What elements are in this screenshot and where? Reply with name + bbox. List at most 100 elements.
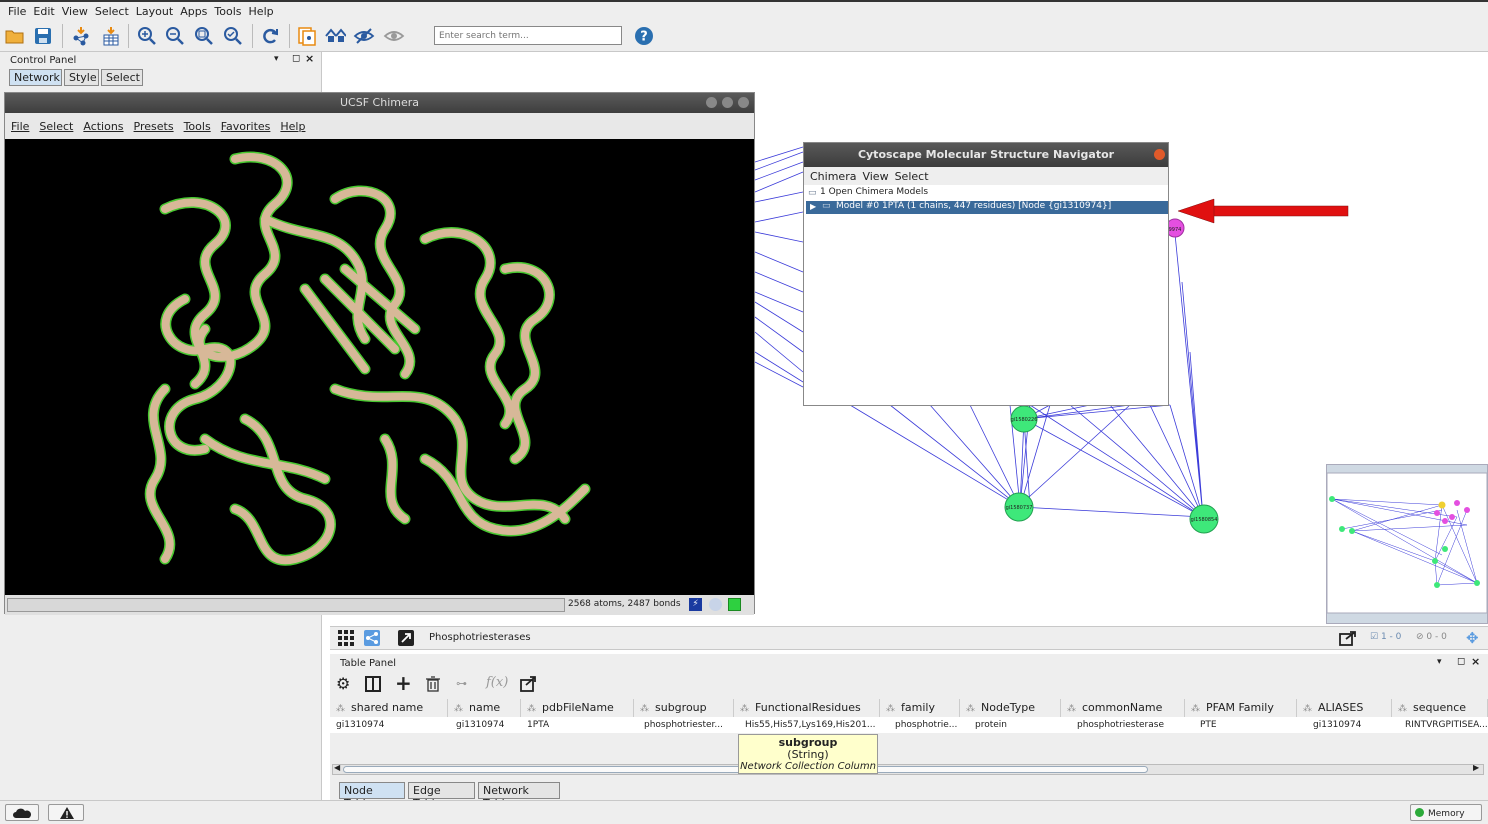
open-folder-icon[interactable] (4, 25, 26, 47)
table-cell[interactable]: phosphotriesterase (1077, 720, 1164, 730)
memory-button[interactable]: Memory (1410, 804, 1482, 821)
close-panel-icon[interactable]: × (1471, 655, 1480, 668)
panel-menu-icon[interactable]: ▾ (274, 54, 279, 64)
new-network-from-selection-icon[interactable] (296, 25, 318, 47)
menu-layout[interactable]: Layout (136, 5, 173, 18)
cloud-button[interactable] (5, 804, 39, 821)
zoom-fit-icon[interactable] (193, 25, 215, 47)
export-icon[interactable] (1338, 629, 1358, 647)
close-panel-icon[interactable]: × (305, 52, 314, 65)
menu-select[interactable]: Select (95, 5, 129, 18)
menu-file[interactable]: File (8, 5, 26, 18)
save-icon[interactable] (32, 25, 54, 47)
column-header-functionalresidues[interactable]: ⁂ FunctionalResidues (734, 699, 880, 717)
column-header-pfam-family[interactable]: ⁂ PFAM Family (1185, 699, 1297, 717)
column-header-name[interactable]: ⁂ name (448, 699, 521, 717)
link-icon[interactable]: ⊶ (456, 677, 467, 690)
column-header-family[interactable]: ⁂ family (880, 699, 960, 717)
expand-arrow-icon[interactable]: ▶ (810, 202, 816, 211)
scroll-left-icon[interactable]: ◀ (334, 763, 340, 772)
share-network-icon[interactable] (364, 630, 380, 646)
tab-network-table[interactable]: Network Table (478, 782, 560, 810)
menu-view[interactable]: View (62, 5, 88, 18)
menu-tools[interactable]: Tools (214, 5, 241, 18)
search-input[interactable] (434, 26, 622, 45)
show-all-icon[interactable] (383, 25, 405, 47)
panel-menu-icon[interactable]: ▾ (1437, 657, 1442, 667)
horizontal-scrollbar[interactable]: ◀ ▶ (332, 763, 1484, 775)
home-network-icon[interactable] (324, 25, 346, 47)
table-cell[interactable]: phosphotriester... (644, 720, 723, 730)
chimera-title-bar[interactable]: UCSF Chimera (5, 93, 754, 113)
tree-root[interactable]: ▭ 1 Open Chimera Models (806, 187, 1168, 201)
chimera-menu-help[interactable]: Help (280, 120, 305, 133)
table-cell[interactable]: PTE (1200, 720, 1217, 730)
tab-node-table[interactable]: Node Table (339, 782, 405, 810)
table-cell[interactable]: protein (975, 720, 1007, 730)
zoom-out-icon[interactable] (164, 25, 186, 47)
chimera-menu-actions[interactable]: Actions (83, 120, 123, 133)
navigator-menu-view[interactable]: View (862, 170, 888, 183)
column-header-shared-name[interactable]: ⁂ shared name (330, 699, 448, 717)
menu-edit[interactable]: Edit (33, 5, 54, 18)
expand-icon[interactable] (398, 630, 414, 646)
navigator-title-bar[interactable]: Cytoscape Molecular Structure Navigator (804, 143, 1168, 167)
column-header-sequence[interactable]: ⁂ sequence (1392, 699, 1488, 717)
zoom-in-icon[interactable] (136, 25, 158, 47)
close-icon[interactable] (738, 97, 749, 108)
minimize-icon[interactable] (706, 97, 717, 108)
chimera-menu-presets[interactable]: Presets (134, 120, 174, 133)
help-icon[interactable]: ? (633, 25, 655, 47)
command-line[interactable] (7, 598, 565, 612)
float-panel-icon[interactable]: ◻ (292, 53, 300, 64)
refresh-icon[interactable] (259, 25, 281, 47)
chimera-menu-favorites[interactable]: Favorites (221, 120, 271, 133)
table-cell[interactable]: gi1310974 (1313, 720, 1361, 730)
close-icon[interactable] (1154, 149, 1165, 160)
lightning-icon[interactable]: ⚡ (689, 598, 702, 611)
menu-help[interactable]: Help (249, 5, 274, 18)
tree-item-model[interactable]: ▶ ▭ Model #0 1PTA (1 chains, 447 residue… (806, 201, 1168, 214)
maximize-icon[interactable] (722, 97, 733, 108)
table-cell[interactable]: phosphotrie... (895, 720, 957, 730)
column-header-nodetype[interactable]: ⁂ NodeType (960, 699, 1061, 717)
molecule-viewer[interactable] (5, 139, 754, 595)
table-cell[interactable]: 1PTA (527, 720, 549, 730)
columns-icon[interactable] (365, 676, 381, 692)
info-icon[interactable] (709, 598, 722, 611)
chimera-menu-tools[interactable]: Tools (184, 120, 211, 133)
tab-select[interactable]: Select (101, 69, 143, 86)
zoom-selected-icon[interactable] (222, 25, 244, 47)
status-indicator-icon[interactable] (728, 598, 741, 611)
chimera-menu-file[interactable]: File (11, 120, 29, 133)
import-network-icon[interactable] (70, 25, 92, 47)
column-header-aliases[interactable]: ⁂ ALIASES (1297, 699, 1392, 717)
column-header-subgroup[interactable]: ⁂ subgroup (634, 699, 734, 717)
chimera-menu-select[interactable]: Select (39, 120, 73, 133)
trash-icon[interactable] (426, 676, 440, 692)
tab-network[interactable]: Network (9, 69, 62, 86)
warning-button[interactable] (48, 804, 84, 821)
float-panel-icon[interactable]: ◻ (1457, 656, 1465, 667)
tab-edge-table[interactable]: Edge Table (408, 782, 475, 810)
navigator-menu-chimera[interactable]: Chimera (810, 170, 856, 183)
export-table-icon[interactable] (520, 675, 538, 692)
tab-style[interactable]: Style (64, 69, 99, 86)
menu-apps[interactable]: Apps (180, 5, 207, 18)
table-cell[interactable]: gi1310974 (336, 720, 384, 730)
column-header-pdbfilename[interactable]: ⁂ pdbFileName (521, 699, 634, 717)
import-table-icon[interactable] (100, 25, 122, 47)
add-column-icon[interactable]: + (395, 671, 412, 695)
network-overview[interactable] (1326, 464, 1488, 624)
column-header-commonname[interactable]: ⁂ commonName (1061, 699, 1185, 717)
table-cell[interactable]: His55,His57,Lys169,His201... (745, 720, 876, 730)
table-cell[interactable]: gi1310974 (456, 720, 504, 730)
table-cell[interactable]: RINTVRGPITISEA... (1405, 720, 1488, 730)
function-builder-icon[interactable]: f(x) (486, 675, 508, 690)
navigate-icon[interactable]: ✥ (1466, 629, 1479, 647)
navigator-menu-select[interactable]: Select (895, 170, 929, 183)
scroll-right-icon[interactable]: ▶ (1473, 763, 1479, 772)
grid-view-icon[interactable] (338, 630, 356, 646)
gear-icon[interactable]: ⚙ (336, 674, 350, 693)
hide-selected-icon[interactable] (353, 25, 375, 47)
